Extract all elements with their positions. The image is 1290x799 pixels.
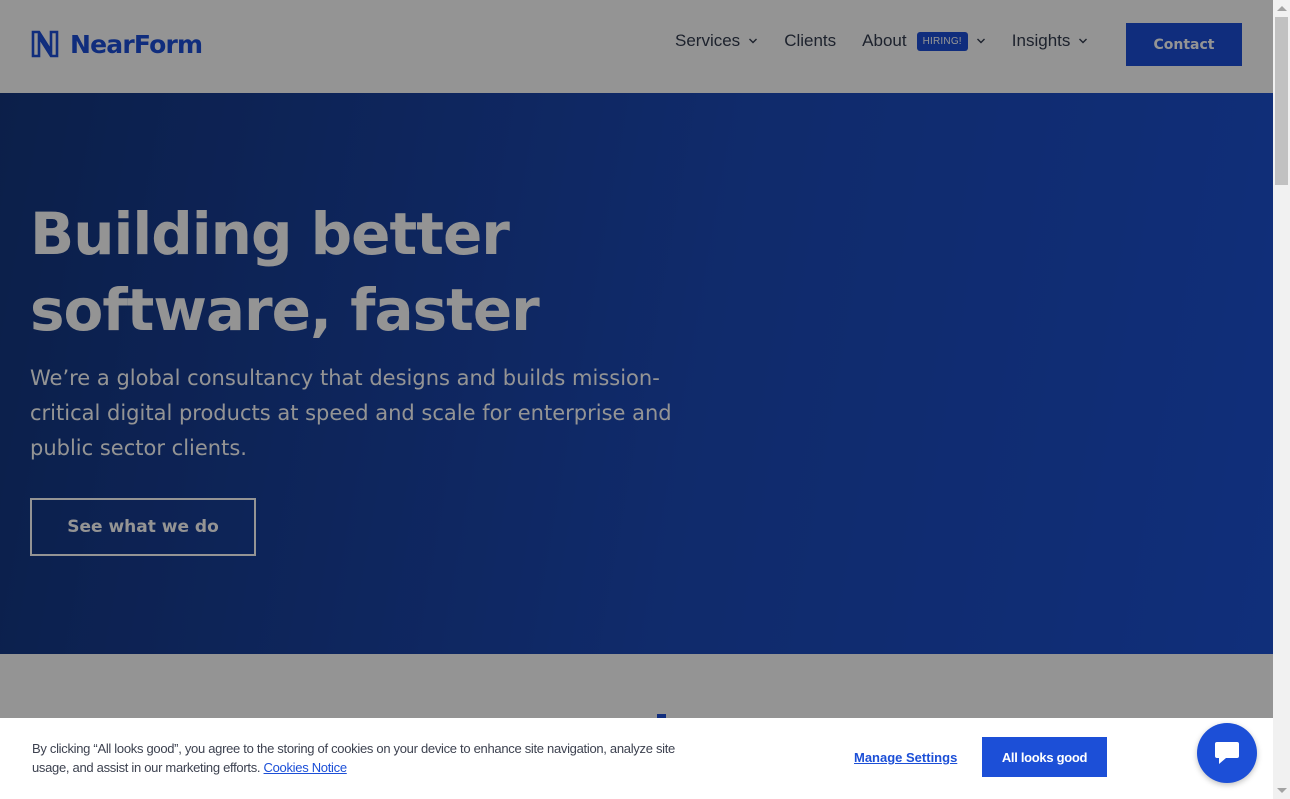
cookie-banner: By clicking “All looks good”, you agree … — [0, 718, 1273, 799]
cookie-message: By clicking “All looks good”, you agree … — [32, 741, 675, 775]
cookies-notice-link[interactable]: Cookies Notice — [264, 760, 348, 775]
page-scrollbar[interactable] — [1273, 0, 1290, 799]
all-looks-good-button[interactable]: All looks good — [982, 737, 1107, 777]
scroll-down-arrow-icon[interactable] — [1277, 788, 1287, 793]
page: NearForm Services Clients About HIRING! … — [0, 0, 1273, 799]
chat-button[interactable] — [1197, 723, 1257, 783]
manage-settings-button[interactable]: Manage Settings — [854, 750, 957, 765]
scrollbar-thumb[interactable] — [1275, 17, 1288, 185]
cookie-text: By clicking “All looks good”, you agree … — [32, 739, 692, 777]
scroll-up-arrow-icon[interactable] — [1277, 6, 1287, 11]
modal-overlay — [0, 0, 1273, 799]
chat-bubble-icon — [1215, 742, 1239, 764]
